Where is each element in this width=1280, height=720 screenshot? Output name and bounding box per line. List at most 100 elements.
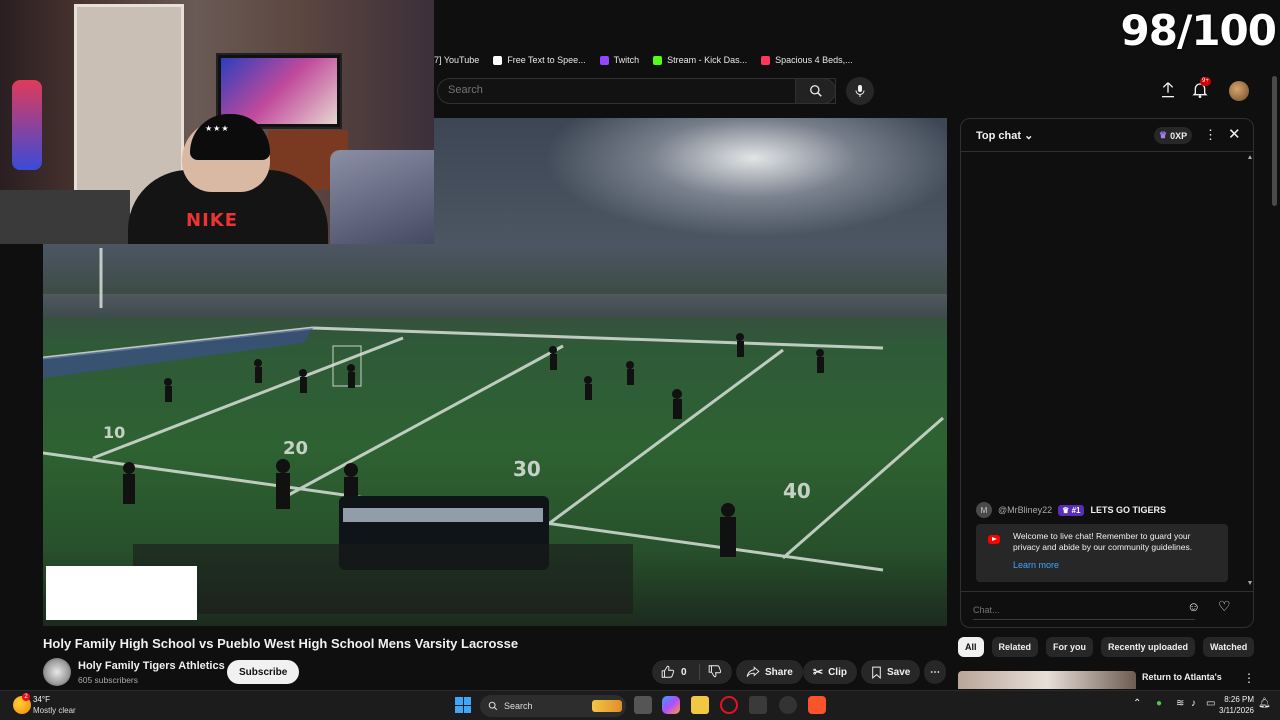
- chevron-up-icon[interactable]: ⌃: [1133, 698, 1141, 709]
- document-bookmark-icon: [493, 55, 503, 65]
- search-icon: [488, 701, 498, 711]
- share-button[interactable]: Share: [736, 660, 803, 684]
- like-button[interactable]: 0: [652, 664, 700, 680]
- chip-watched[interactable]: Watched: [1203, 637, 1255, 657]
- opera-gx-icon[interactable]: [720, 696, 738, 714]
- xp-badge[interactable]: ♛ 0XP: [1154, 127, 1193, 144]
- microphone-icon[interactable]: ●: [1156, 698, 1162, 709]
- xp-value: 0XP: [1170, 130, 1188, 141]
- chat-mode-dropdown[interactable]: Top chat ⌄: [976, 129, 1033, 142]
- notification-bell-icon[interactable]: 🔔︎: [1258, 698, 1271, 709]
- yard-number-40: 40: [783, 479, 811, 503]
- clip-label: Clip: [828, 666, 847, 678]
- bookmark-airbnb[interactable]: Spacious 4 Beds,...: [761, 55, 853, 65]
- subscribe-button[interactable]: Subscribe: [227, 660, 300, 684]
- bookmarks-bar: 7] YouTube Free Text to Spee... Twitch S…: [434, 50, 853, 70]
- chat-author-avatar[interactable]: M: [976, 502, 992, 518]
- save-button[interactable]: Save: [861, 660, 921, 684]
- weather-badge: 2: [22, 693, 30, 701]
- clock-time[interactable]: 8:26 PM: [1208, 695, 1254, 704]
- youtube-icon: [988, 535, 1000, 544]
- search-button[interactable]: [795, 78, 836, 104]
- search-icon: [809, 85, 822, 97]
- chat-scrollbar[interactable]: [1248, 155, 1252, 585]
- yard-number-30: 30: [513, 457, 541, 481]
- notifications-button[interactable]: 9+: [1192, 77, 1211, 99]
- chip-recently-uploaded[interactable]: Recently uploaded: [1101, 637, 1196, 657]
- clip-button[interactable]: ✂ Clip: [803, 660, 857, 684]
- more-options-icon[interactable]: ⋮: [1204, 127, 1217, 143]
- subscriber-count: 605 subscribers: [78, 675, 139, 685]
- copilot-icon[interactable]: [662, 696, 680, 714]
- chevron-down-icon: ⌄: [1024, 130, 1034, 142]
- voice-search-button[interactable]: [846, 77, 874, 105]
- overlay-box: [46, 566, 197, 620]
- related-video-title[interactable]: Return to Atlanta's: [1142, 672, 1238, 682]
- microphone-icon: [855, 85, 865, 97]
- page-scrollbar[interactable]: [1272, 76, 1277, 206]
- chat-message: M @MrBliney22 ♛ #1 LETS GO TIGERS: [976, 502, 1166, 518]
- scissors-icon: ✂: [813, 665, 824, 679]
- brave-icon[interactable]: [808, 696, 826, 714]
- gaming-chair: [12, 80, 42, 170]
- kick-icon: [653, 55, 663, 65]
- bookmark-label: Stream - Kick Das...: [667, 55, 748, 65]
- crown-icon: ♛: [1159, 130, 1168, 140]
- emoji-icon[interactable]: ☺: [1187, 599, 1200, 614]
- chat-message-text: LETS GO TIGERS: [1090, 505, 1166, 515]
- bookmark-text-to-speech[interactable]: Free Text to Spee...: [493, 55, 586, 65]
- yard-number-20: 20: [283, 438, 308, 459]
- bookmark-kick[interactable]: Stream - Kick Das...: [653, 55, 747, 65]
- search-box: [437, 78, 836, 104]
- chat-rank-badge: ♛ #1: [1058, 504, 1085, 516]
- more-actions-button[interactable]: ⋯: [924, 660, 946, 684]
- windows-start-icon[interactable]: [455, 697, 471, 713]
- airbnb-icon: [761, 55, 771, 65]
- more-horizontal-icon: ⋯: [930, 666, 940, 678]
- temperature: 34°F: [33, 695, 50, 704]
- channel-avatar[interactable]: [43, 658, 71, 686]
- learn-more-link[interactable]: Learn more: [1013, 560, 1059, 570]
- close-icon[interactable]: ✕: [1228, 125, 1241, 143]
- clock-date[interactable]: 3/11/2026: [1208, 706, 1254, 715]
- task-view-icon[interactable]: [634, 696, 652, 714]
- thumbs-down-icon: [708, 664, 722, 677]
- bookmark-label: Twitch: [613, 55, 640, 65]
- bookmark-label: Spacious 4 Beds,...: [775, 55, 853, 65]
- desk: [0, 190, 130, 244]
- dislike-button[interactable]: [700, 664, 722, 681]
- upload-icon: [1162, 82, 1174, 98]
- microsoft-store-icon[interactable]: [749, 696, 767, 714]
- nike-logo: NIKE: [186, 210, 239, 231]
- bed: [330, 150, 434, 244]
- account-avatar[interactable]: [1229, 81, 1249, 101]
- bookmark-twitch[interactable]: Twitch: [599, 55, 640, 65]
- taskbar-search[interactable]: Search: [480, 695, 626, 717]
- notifications-badge: 9+: [1200, 77, 1211, 86]
- twitch-icon: [599, 55, 609, 65]
- wifi-icon[interactable]: ≋: [1176, 698, 1184, 709]
- welcome-text: Welcome to live chat! Remember to guard …: [1013, 531, 1193, 552]
- chat-input[interactable]: [973, 600, 1195, 620]
- file-explorer-icon[interactable]: [691, 696, 709, 714]
- steam-icon[interactable]: [779, 696, 797, 714]
- related-video-thumbnail[interactable]: [958, 671, 1136, 689]
- more-options-icon[interactable]: ⋮: [1243, 671, 1255, 685]
- chip-all[interactable]: All: [958, 637, 984, 657]
- heart-icon[interactable]: ♡: [1218, 598, 1231, 615]
- share-label: Share: [765, 666, 793, 678]
- cap-stars-icon: ★★★: [205, 124, 230, 133]
- chip-for-you[interactable]: For you: [1046, 637, 1094, 657]
- screen: 7] YouTube Free Text to Spee... Twitch S…: [0, 0, 1280, 720]
- bookmark-label: Free Text to Spee...: [507, 55, 586, 65]
- channel-name[interactable]: Holy Family Tigers Athletics: [78, 660, 225, 672]
- volume-icon[interactable]: ♪: [1191, 698, 1196, 709]
- welcome-banner: Welcome to live chat! Remember to guard …: [976, 524, 1228, 582]
- upload-button[interactable]: [1160, 81, 1176, 99]
- chat-author-name[interactable]: @MrBliney22: [998, 505, 1052, 515]
- weather-condition: Mostly clear: [33, 706, 76, 715]
- chat-header: Top chat ⌄ ♛ 0XP ⋮ ✕: [961, 119, 1253, 152]
- bookmark-youtube[interactable]: 7] YouTube: [434, 55, 479, 65]
- search-input[interactable]: [448, 84, 788, 96]
- chip-related[interactable]: Related: [991, 637, 1039, 657]
